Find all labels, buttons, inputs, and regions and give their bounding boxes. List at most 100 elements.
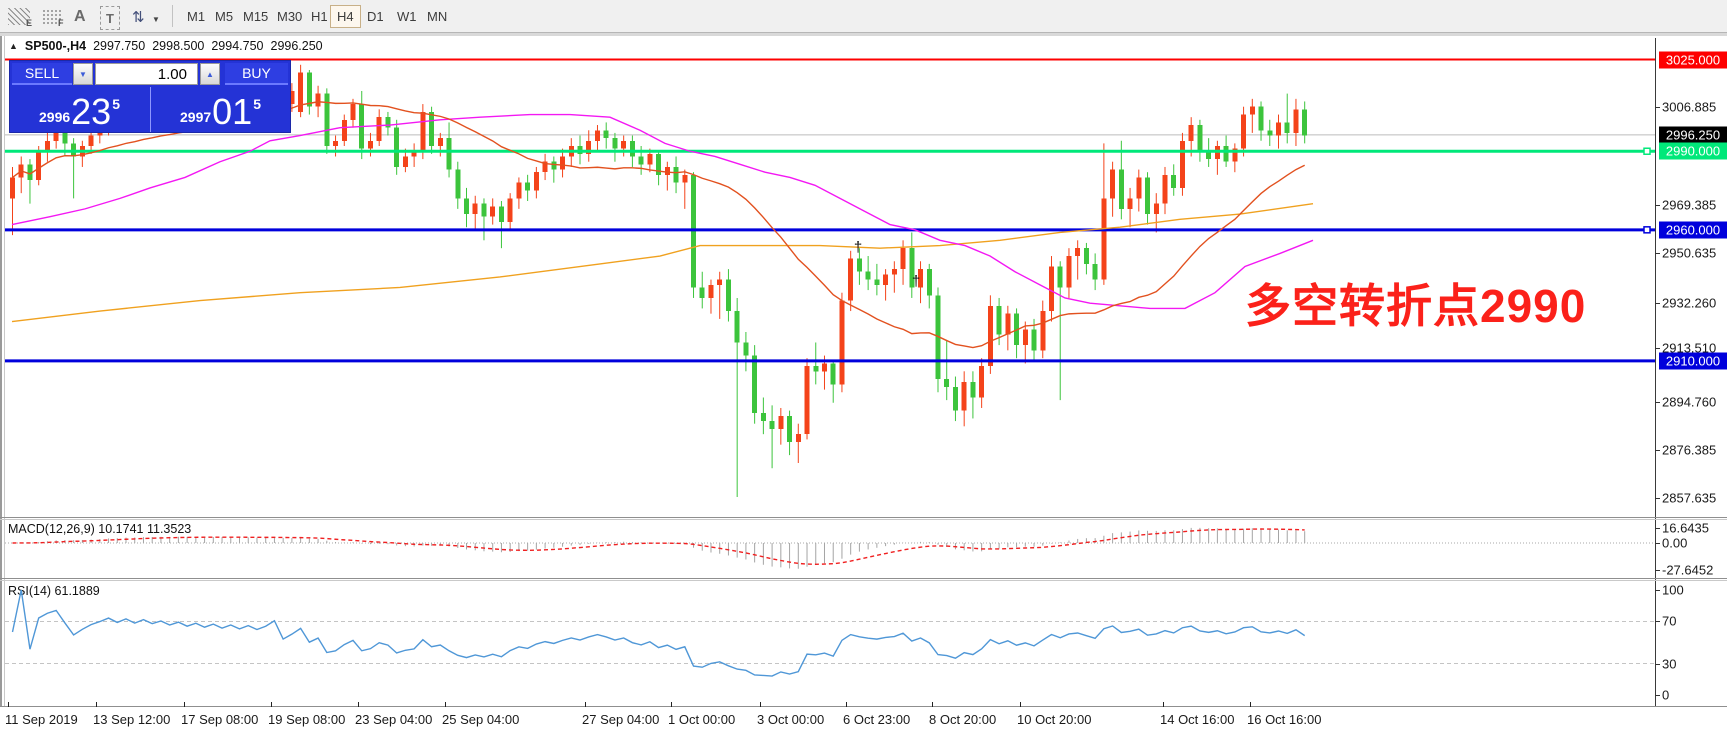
time-tick-mark: [760, 702, 761, 707]
timeframe-button-W1[interactable]: W1: [390, 5, 424, 28]
timeframe-button-D1[interactable]: D1: [360, 5, 391, 28]
time-tick-mark: [585, 702, 586, 707]
volume-increase-button[interactable]: ▲: [200, 63, 220, 85]
price-badge-3025.000: 3025.000: [1659, 51, 1727, 68]
low-value: 2994.750: [211, 39, 263, 53]
sell-button[interactable]: SELL: [12, 63, 72, 85]
icon-letter: F: [58, 18, 64, 28]
time-label: 27 Sep 04:00: [582, 712, 659, 727]
price-badge-2960.000: 2960.000: [1659, 221, 1727, 238]
price-tick-label: 3006.885: [1662, 100, 1716, 115]
price-tick-mark: [1655, 303, 1660, 304]
time-tick-mark: [96, 702, 97, 707]
macd-axis-label: 16.6435: [1662, 521, 1709, 536]
chevron-down-icon[interactable]: ▼: [152, 7, 160, 31]
price-tick-mark: [1655, 253, 1660, 254]
time-tick-mark: [846, 702, 847, 707]
chart-text-annotation: 多空转折点2990: [1245, 270, 1586, 336]
close-value: 2996.250: [271, 39, 323, 53]
rsi-tick-mark: [1655, 621, 1660, 622]
price-badge-2990.000: 2990.000: [1659, 143, 1727, 160]
time-label: 6 Oct 23:00: [843, 712, 910, 727]
time-tick-mark: [1020, 702, 1021, 707]
time-label: 3 Oct 00:00: [757, 712, 824, 727]
timeframe-button-H4[interactable]: H4: [330, 5, 361, 28]
buy-price[interactable]: 2997 01 5: [151, 87, 290, 132]
time-label: 17 Sep 08:00: [181, 712, 258, 727]
price-tick-mark: [1655, 498, 1660, 499]
panel-separator[interactable]: [0, 517, 1727, 518]
time-tick-mark: [184, 702, 185, 707]
price-axis-border: [1655, 38, 1656, 707]
symbol-label: SP500-,H4: [25, 39, 86, 53]
time-tick-mark: [445, 702, 446, 707]
one-click-trade-panel: SELL ▼ ▲ BUY 2996 23 5 2997 01 5: [10, 61, 290, 132]
rsi-label: RSI(14) 61.1889: [8, 584, 100, 598]
sell-price[interactable]: 2996 23 5: [10, 87, 149, 132]
timeframe-button-MN[interactable]: MN: [420, 5, 454, 28]
macd-axis-label: -27.6452: [1662, 563, 1713, 578]
text-box-icon[interactable]: T: [100, 6, 120, 30]
arrow-objects-icon[interactable]: ⇅: [132, 5, 145, 29]
price-tick-mark: [1655, 348, 1660, 349]
high-value: 2998.500: [152, 39, 204, 53]
time-label: 19 Sep 08:00: [268, 712, 345, 727]
toolbar-separator: [172, 5, 173, 27]
price-tick-label: 2894.760: [1662, 395, 1716, 410]
time-label: 13 Sep 12:00: [93, 712, 170, 727]
rsi-tick-mark: [1655, 664, 1660, 665]
time-tick-mark: [271, 702, 272, 707]
buy-price-pip: 5: [253, 96, 261, 112]
time-tick-mark: [358, 702, 359, 707]
time-label: 14 Oct 16:00: [1160, 712, 1234, 727]
price-tick-mark: [1655, 107, 1660, 108]
price-tick-label: 2932.260: [1662, 296, 1716, 311]
rsi-axis-label: 30: [1662, 657, 1676, 672]
icon-letter: E: [26, 18, 32, 28]
rsi-axis-label: 70: [1662, 614, 1676, 629]
time-tick-mark: [671, 702, 672, 707]
grid-icon[interactable]: F: [42, 4, 64, 28]
time-tick-mark: [8, 702, 9, 707]
time-label: 10 Oct 20:00: [1017, 712, 1091, 727]
price-tick-mark: [1655, 205, 1660, 206]
rsi-axis-label: 100: [1662, 583, 1684, 598]
macd-tick-mark: [1655, 543, 1660, 544]
rsi-axis-label: 0: [1662, 688, 1669, 703]
panel-separator-shadow: [0, 519, 1727, 520]
price-badge-2910.000: 2910.000: [1659, 352, 1727, 369]
panel-separator[interactable]: [0, 578, 1727, 579]
macd-axis-label: 0.00: [1662, 536, 1687, 551]
open-value: 2997.750: [93, 39, 145, 53]
macd-tick-mark: [1655, 528, 1660, 529]
sell-price-points: 23: [71, 96, 111, 128]
time-axis: 11 Sep 2019 13 Sep 12:00 17 Sep 08:00 19 Se…: [0, 707, 1727, 732]
time-label: 16 Oct 16:00: [1247, 712, 1321, 727]
price-tick-label: 2857.635: [1662, 491, 1716, 506]
window-left-border: [0, 36, 2, 732]
price-tick-mark: [1655, 402, 1660, 403]
panel-separator-shadow: [0, 580, 1727, 581]
volume-decrease-button[interactable]: ▼: [73, 63, 93, 85]
window-frame-strip: [0, 33, 1727, 36]
macd-tick-mark: [1655, 570, 1660, 571]
price-tick-label: 2876.385: [1662, 443, 1716, 458]
text-label-icon[interactable]: A: [74, 5, 86, 29]
price-tick-label: 2950.635: [1662, 246, 1716, 261]
sell-price-big-figure: 2996: [39, 109, 70, 125]
buy-price-points: 01: [212, 96, 252, 128]
time-label: 1 Oct 00:00: [668, 712, 735, 727]
time-label: 25 Sep 04:00: [442, 712, 519, 727]
trading-terminal-window: E F A T ⇅ ▼ M1M5M15M30H1H4D1W1MN ▲ SP500…: [0, 0, 1727, 732]
rsi-tick-mark: [1655, 695, 1660, 696]
price-tick-mark: [1655, 450, 1660, 451]
line-studies-icon[interactable]: E: [8, 4, 32, 28]
volume-input[interactable]: [95, 63, 198, 85]
macd-label: MACD(12,26,9) 10.1741 11.3523: [8, 522, 191, 536]
price-badge-2996.250: 2996.250: [1659, 126, 1727, 143]
time-label: 11 Sep 2019: [5, 712, 78, 727]
buy-button[interactable]: BUY: [225, 63, 288, 85]
toolbar: E F A T ⇅ ▼ M1M5M15M30H1H4D1W1MN: [0, 0, 1727, 33]
collapse-panel-icon[interactable]: ▲: [9, 41, 18, 51]
time-label: 23 Sep 04:00: [355, 712, 432, 727]
